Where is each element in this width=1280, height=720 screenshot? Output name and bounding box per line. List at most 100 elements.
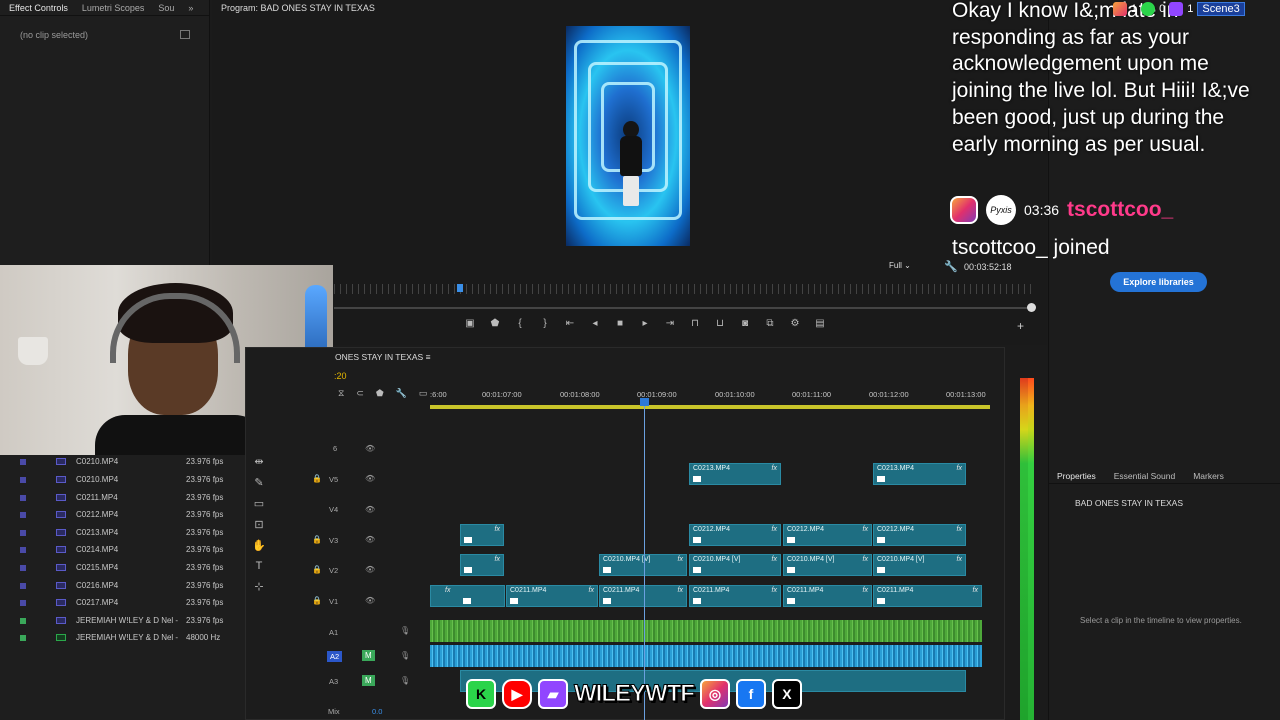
list-item[interactable]: C0215.MP4 23.976 fps	[18, 559, 228, 576]
scale-select[interactable]: Full ⌄	[889, 261, 911, 270]
mic-icon[interactable]: 🎙	[400, 676, 410, 685]
list-item[interactable]: C0212.MP4 23.976 fps	[18, 506, 228, 523]
audio-clip-a1[interactable]	[430, 620, 982, 642]
lock-icon[interactable]: 🔒	[312, 535, 322, 544]
list-item[interactable]: JEREMIAH W!LEY & D Nel - 23.976 fps	[18, 612, 228, 629]
audio-clip-a2[interactable]	[430, 645, 982, 667]
tab-markers[interactable]: Markers	[1193, 471, 1224, 481]
mic-icon[interactable]: 🎙	[400, 651, 410, 660]
timeline-clip[interactable]: C0211.MP4 fx	[873, 585, 982, 607]
list-item[interactable]: C0213.MP4 23.976 fps	[18, 524, 228, 541]
audio-icon[interactable]: ▤	[814, 318, 826, 329]
timeline-clip[interactable]: C0210.MP4 [V] fx	[689, 554, 781, 576]
comparison-view-icon[interactable]: ⧉	[764, 318, 776, 329]
timeline-playhead[interactable]	[644, 398, 645, 720]
wrench-icon[interactable]: 🔧	[396, 388, 407, 399]
timeline-clip[interactable]: C0210.MP4 [V] fx	[873, 554, 966, 576]
eye-icon[interactable]: 👁	[365, 474, 375, 483]
mix-value[interactable]: 0.0	[372, 707, 382, 716]
timeline-clip[interactable]: C0211.MP4 fx	[506, 585, 598, 607]
timeline-clip[interactable]: C0213.MP4 fx	[873, 463, 966, 485]
list-item[interactable]: C0211.MP4 23.976 fps	[18, 489, 228, 506]
clip-name: C0215.MP4	[76, 563, 119, 572]
program-playhead[interactable]	[457, 284, 463, 292]
add-marker-icon[interactable]: ⬟	[489, 318, 501, 329]
settings-icon[interactable]: ⚙	[789, 318, 801, 329]
go-to-in-icon[interactable]: ⇤	[564, 318, 576, 329]
playhead-handle[interactable]	[640, 398, 649, 406]
ripple-edit-tool-icon[interactable]: ⇹	[254, 455, 263, 468]
sequence-tab[interactable]: ONES STAY IN TEXAS ≡	[335, 352, 431, 362]
timeline-clip[interactable]: fx	[460, 524, 504, 546]
timeline-clip[interactable]: fx	[460, 554, 504, 576]
mute-button[interactable]: M	[362, 675, 375, 686]
lift-icon[interactable]: ⊓	[689, 318, 701, 329]
timeline-clip[interactable]: C0211.MP4 fx	[689, 585, 781, 607]
mark-out-icon[interactable]: }	[539, 318, 551, 329]
panel-menu-icon[interactable]	[180, 30, 190, 39]
timeline-clip[interactable]: C0210.MP4 [V] fx	[783, 554, 872, 576]
slip-tool-icon[interactable]: ⊡	[254, 518, 263, 531]
zoom-scrollbar[interactable]	[334, 307, 1032, 309]
track-label-a2[interactable]: A2	[327, 651, 343, 662]
track-select-tool-icon[interactable]: ⊹	[254, 580, 263, 593]
eye-icon[interactable]: 👁	[365, 535, 375, 544]
eye-icon[interactable]: 👁	[365, 505, 375, 514]
rectangle-tool-icon[interactable]: ▭	[254, 497, 264, 510]
step-forward-icon[interactable]: ▸	[639, 318, 651, 329]
timeline-clip[interactable]: C0211.MP4 fx	[783, 585, 872, 607]
clip-label: C0213.MP4	[877, 465, 914, 472]
mark-in-icon[interactable]: {	[514, 318, 526, 329]
stop-icon[interactable]: ■	[614, 318, 626, 329]
timeline-clip[interactable]: C0212.MP4 fx	[689, 524, 781, 546]
snap-icon[interactable]: ⧖	[338, 388, 344, 399]
panel-overflow-icon[interactable]: »	[188, 3, 193, 13]
lock-icon[interactable]: 🔒	[312, 474, 322, 483]
linked-selection-icon[interactable]: ⊂	[356, 388, 364, 399]
list-item[interactable]: C0216.MP4 23.976 fps	[18, 577, 228, 594]
step-back-icon[interactable]: ◂	[589, 318, 601, 329]
timeline-clip[interactable]: C0210.MP4 [V] fx	[599, 554, 687, 576]
timeline-clip[interactable]: fx	[430, 585, 505, 607]
timeline-clip[interactable]: C0211.MP4 fx	[599, 585, 687, 607]
eye-icon[interactable]: 👁	[365, 596, 375, 605]
timeline-clip[interactable]: C0212.MP4 fx	[873, 524, 966, 546]
camera-icon[interactable]: ◙	[739, 318, 751, 329]
hand-tool-icon[interactable]: ✋	[252, 539, 266, 552]
timeline-clip[interactable]: C0212.MP4 fx	[783, 524, 872, 546]
tab-lumetri-scopes[interactable]: Lumetri Scopes	[82, 3, 145, 13]
menu-icon[interactable]: ≡	[426, 352, 431, 362]
clip-fps: 23.976 fps	[186, 598, 224, 607]
lock-icon[interactable]: 🔒	[312, 565, 322, 574]
work-area-bar[interactable]	[430, 405, 990, 409]
timeline-clip[interactable]: C0213.MP4 fx	[689, 463, 781, 485]
list-item[interactable]: C0210.MP4 23.976 fps	[18, 471, 228, 488]
tab-properties[interactable]: Properties	[1057, 471, 1096, 481]
go-to-out-icon[interactable]: ⇥	[664, 318, 676, 329]
tab-source[interactable]: Sou	[158, 3, 174, 13]
add-marker-icon[interactable]: ⬟	[376, 388, 384, 399]
lock-icon[interactable]: 🔒	[312, 596, 322, 605]
mute-button[interactable]: M	[362, 650, 375, 661]
list-item[interactable]: C0210.MP4 23.976 fps	[18, 453, 228, 470]
tab-effect-controls[interactable]: Effect Controls	[9, 3, 68, 13]
list-item[interactable]: JEREMIAH W!LEY & D Nel - 48000 Hz	[18, 629, 228, 646]
program-title[interactable]: Program: BAD ONES STAY IN TEXAS	[221, 3, 375, 13]
sequence-timecode[interactable]: :20	[334, 371, 347, 381]
wrench-icon[interactable]: 🔧	[944, 260, 958, 273]
eye-icon[interactable]: 👁	[365, 565, 375, 574]
add-button[interactable]: +	[1017, 319, 1024, 333]
export-frame-icon[interactable]: ▣	[464, 318, 476, 329]
pen-tool-icon[interactable]: ✎	[254, 476, 263, 489]
program-scrub-ruler[interactable]	[334, 284, 1034, 294]
mic-icon[interactable]: 🎙	[400, 626, 410, 635]
zoom-scrollbar-handle[interactable]	[1027, 303, 1036, 312]
tab-essential-sound[interactable]: Essential Sound	[1114, 471, 1175, 481]
extract-icon[interactable]: ⊔	[714, 318, 726, 329]
eye-icon[interactable]: 👁	[365, 444, 375, 453]
captions-icon[interactable]: ▭	[419, 388, 428, 399]
list-item[interactable]: C0214.MP4 23.976 fps	[18, 541, 228, 558]
list-item[interactable]: C0217.MP4 23.976 fps	[18, 594, 228, 611]
explore-libraries-button[interactable]: Explore libraries	[1110, 272, 1207, 292]
type-tool-icon[interactable]: T	[256, 560, 263, 572]
